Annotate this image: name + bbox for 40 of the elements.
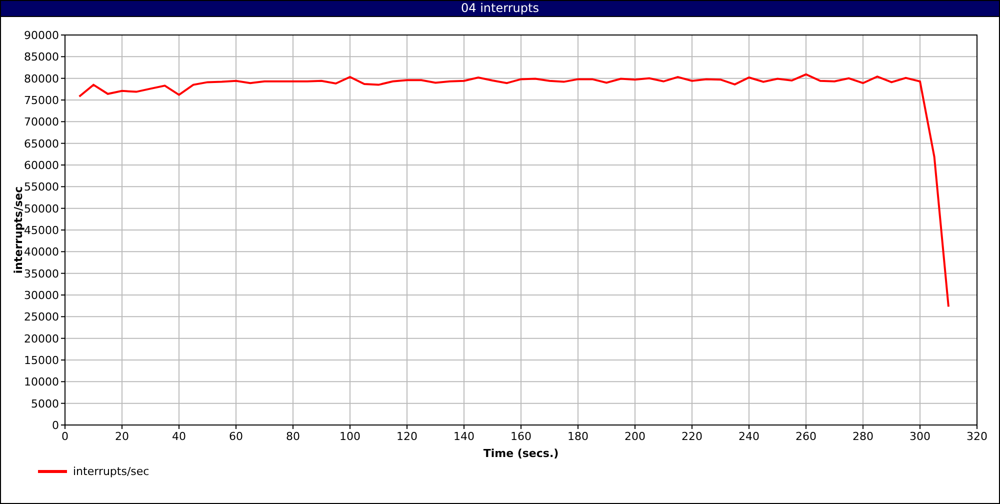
axis-title: interrupts/sec [12, 186, 25, 274]
tick-label: 0 [62, 430, 68, 443]
tick-label: 100 [340, 430, 360, 443]
tick-label: 85000 [24, 50, 59, 64]
tick-label: 40000 [24, 246, 59, 259]
tick-label: 200 [624, 430, 646, 443]
tick-label: 15000 [24, 354, 59, 367]
tick-label: 260 [796, 430, 816, 443]
tick-label: 50000 [24, 202, 59, 216]
tick-label: 280 [852, 430, 874, 443]
tick-label: 55000 [24, 180, 59, 194]
tick-label: 35000 [24, 267, 59, 280]
tick-label: 160 [510, 430, 532, 443]
tick-label: 240 [738, 430, 760, 443]
tick-label: 65000 [24, 137, 59, 150]
tick-label: 10000 [24, 376, 59, 389]
tick-label: 220 [682, 430, 702, 443]
tick-label: 0 [52, 419, 59, 432]
tick-label: 320 [966, 430, 988, 443]
tick-label: 20000 [24, 332, 59, 346]
tick-label: 45000 [24, 224, 59, 237]
tick-label: 60000 [24, 159, 59, 172]
tick-label: 300 [910, 430, 930, 443]
tick-label: 60 [229, 430, 243, 443]
axis-title: Time (secs.) [483, 447, 559, 460]
tick-label: 80000 [24, 72, 59, 86]
tick-label: 80 [286, 430, 300, 443]
tick-label: 180 [568, 430, 588, 443]
tick-label: 25000 [24, 310, 59, 324]
tick-label: 5000 [31, 397, 59, 410]
tick-label: 75000 [24, 94, 59, 107]
tick-label: 20 [115, 430, 129, 443]
tick-label: 70000 [24, 116, 59, 129]
legend-label: interrupts/sec [73, 465, 150, 478]
tick-label: 140 [454, 430, 474, 443]
tick-label: 40 [172, 430, 186, 443]
tick-label: 30000 [24, 289, 59, 302]
window-title: 04 interrupts [1, 1, 999, 17]
tick-label: 120 [396, 430, 418, 443]
tick-label: 90000 [24, 29, 59, 42]
